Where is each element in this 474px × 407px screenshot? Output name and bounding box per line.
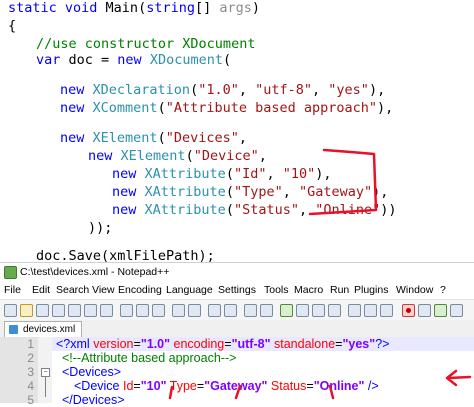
run-macro-multiple-icon[interactable] xyxy=(450,304,463,317)
replace-icon[interactable] xyxy=(224,304,237,317)
menu-macro[interactable]: Macro xyxy=(294,281,323,299)
save-all-icon[interactable] xyxy=(52,304,65,317)
code-line-11: new XAttribute("Status", "Online")) xyxy=(112,202,397,218)
code-line-6: new XComment("Attribute based approach")… xyxy=(60,100,394,116)
menu-help[interactable]: ? xyxy=(440,281,446,299)
code-line-4: var doc = new XDocument( xyxy=(36,52,232,68)
find-icon[interactable] xyxy=(208,304,221,317)
toolbar xyxy=(0,299,474,321)
code-line-1: static void Main(string[] args) xyxy=(8,0,261,16)
indent-guide-icon[interactable] xyxy=(328,304,341,317)
menu-window[interactable]: Window xyxy=(396,281,433,299)
undo-icon[interactable] xyxy=(172,304,185,317)
menu-view[interactable]: View xyxy=(92,281,115,299)
line-number: 5 xyxy=(27,393,34,407)
fold-minus-icon[interactable]: − xyxy=(41,368,50,377)
show-all-chars-icon[interactable] xyxy=(312,304,325,317)
word-wrap-icon[interactable] xyxy=(296,304,309,317)
code-line-10: new XAttribute("Type", "Gateway"), xyxy=(112,184,389,200)
xml-line-5: </Devices> xyxy=(62,393,125,407)
redo-icon[interactable] xyxy=(188,304,201,317)
stop-record-icon[interactable] xyxy=(418,304,431,317)
function-list-icon[interactable] xyxy=(364,304,377,317)
new-file-icon[interactable] xyxy=(4,304,17,317)
xml-line-1: <?xml version="1.0" encoding="utf-8" sta… xyxy=(52,337,474,351)
cut-icon[interactable] xyxy=(120,304,133,317)
line-number: 2 xyxy=(27,351,34,365)
open-file-icon[interactable] xyxy=(20,304,33,317)
title-bar: C:\test\devices.xml - Notepad++ xyxy=(0,263,474,281)
xml-line-3: <Devices> xyxy=(62,365,122,379)
line-number: 1 xyxy=(27,337,34,351)
print-icon[interactable] xyxy=(100,304,113,317)
record-macro-icon[interactable] xyxy=(402,304,415,317)
zoom-in-icon[interactable] xyxy=(244,304,257,317)
fold-margin: − xyxy=(38,337,52,403)
zoom-out-icon[interactable] xyxy=(260,304,273,317)
code-line-12: )); xyxy=(88,220,113,236)
window-title: C:\test\devices.xml - Notepad++ xyxy=(20,266,170,278)
notepadpp-app-icon xyxy=(4,266,17,279)
xml-line-2: <!--Attribute based approach--> xyxy=(62,351,237,365)
tab-bar: devices.xml xyxy=(0,320,474,338)
line-number: 3 xyxy=(27,365,34,379)
xml-line-4: <Device Id="10" Type="Gateway" Status="O… xyxy=(74,379,379,393)
code-line-9: new XAttribute("Id", "10"), xyxy=(112,166,332,182)
menu-plugins[interactable]: Plugins xyxy=(354,281,388,299)
close-file-icon[interactable] xyxy=(68,304,81,317)
file-saved-icon xyxy=(9,325,18,334)
fold-guide xyxy=(45,377,46,397)
menu-run[interactable]: Run xyxy=(330,281,349,299)
menu-search[interactable]: Search xyxy=(56,281,89,299)
menu-bar: File Edit Search View Encoding Language … xyxy=(0,281,474,299)
tab-label: devices.xml xyxy=(23,324,76,335)
tab-devices-xml[interactable]: devices.xml xyxy=(4,321,83,338)
folder-workspace-icon[interactable] xyxy=(380,304,393,317)
menu-language[interactable]: Language xyxy=(166,281,213,299)
doc-map-icon[interactable] xyxy=(348,304,361,317)
xml-editor[interactable]: 1 2 3 4 5 − <?xml version="1.0" encoding… xyxy=(0,337,474,407)
code-line-8: new XElement("Device", xyxy=(88,148,267,164)
line-number: 4 xyxy=(27,379,34,393)
menu-edit[interactable]: Edit xyxy=(32,281,50,299)
notepadpp-window: C:\test\devices.xml - Notepad++ File Edi… xyxy=(0,262,474,407)
play-macro-icon[interactable] xyxy=(434,304,447,317)
menu-file[interactable]: File xyxy=(4,281,21,299)
menu-tools[interactable]: Tools xyxy=(264,281,289,299)
menu-encoding[interactable]: Encoding xyxy=(118,281,162,299)
code-line-2: { xyxy=(8,18,17,34)
line-number-gutter: 1 2 3 4 5 xyxy=(0,337,38,407)
sync-scroll-icon[interactable] xyxy=(280,304,293,317)
code-line-5: new XDeclaration("1.0", "utf-8", "yes"), xyxy=(60,82,386,98)
menu-settings[interactable]: Settings xyxy=(218,281,256,299)
copy-icon[interactable] xyxy=(136,304,149,317)
close-all-icon[interactable] xyxy=(84,304,97,317)
code-editor[interactable]: static void Main(string[] args) { //use … xyxy=(0,0,474,264)
code-line-7: new XElement("Devices", xyxy=(60,130,247,146)
save-icon[interactable] xyxy=(36,304,49,317)
paste-icon[interactable] xyxy=(152,304,165,317)
